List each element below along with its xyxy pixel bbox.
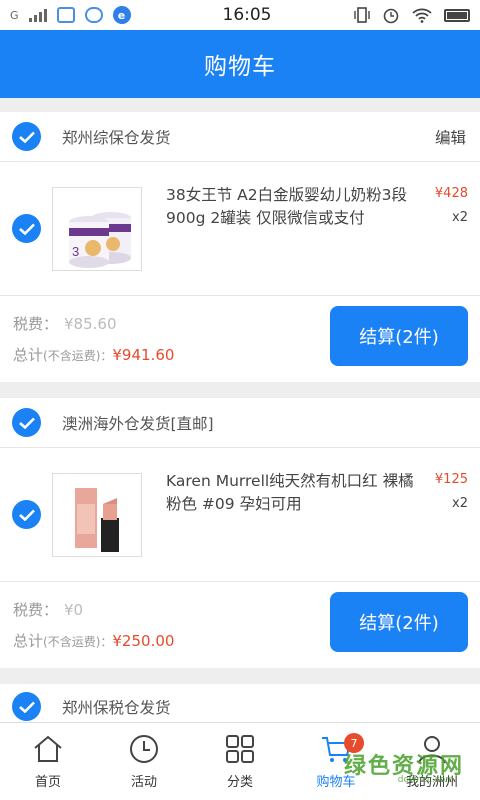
tab-label: 活动 (130, 775, 157, 790)
shop-name: 郑州综保仓发货 (62, 128, 171, 147)
item-title[interactable]: Karen Murrell纯天然有机口红 裸橘粉色 #09 孕妇可用 (166, 470, 428, 516)
shop-header: 郑州保税仓发货 (0, 684, 480, 724)
product-image-lipstick[interactable] (52, 472, 142, 557)
shop-name: 郑州保税仓发货 (62, 699, 171, 717)
total-note: (不含运费)： (43, 635, 113, 649)
check-icon (18, 223, 35, 235)
item-quantity: x2 (452, 210, 468, 225)
watermark-url: downcc.com (397, 775, 454, 785)
edit-button[interactable]: 编辑 (435, 126, 466, 148)
item-price: ¥125 (434, 472, 468, 487)
tab-home[interactable]: 首页 (0, 723, 96, 800)
status-time: 16:05 (222, 5, 272, 25)
clock-icon (130, 735, 158, 763)
product-image-milk-powder[interactable]: 3 (52, 186, 142, 271)
tab-category[interactable]: 分类 (192, 723, 288, 800)
cart-item[interactable]: 3 38女王节 A2白金版婴幼儿奶粉3段 900g 2罐装 仅限微信或支付 ¥4… (0, 162, 480, 296)
checkout-button[interactable]: 结算(2件) (330, 306, 468, 366)
total-row: 总计(不含运费)：¥250.00 (13, 630, 174, 651)
shop-select-checkbox[interactable] (12, 408, 41, 437)
lipstick-image (75, 487, 119, 552)
tax-value: ¥85.60 (64, 315, 117, 333)
shop-select-checkbox[interactable] (12, 692, 41, 721)
home-icon (34, 735, 62, 762)
total-row: 总计(不含运费)：¥941.60 (13, 344, 174, 365)
checkout-button[interactable]: 结算(2件) (330, 592, 468, 652)
shop-section-1: 郑州综保仓发货 编辑 3 38女王节 A2白金版婴幼儿奶粉3段 900g 2罐装… (0, 112, 480, 382)
shop-summary: 税费： ¥85.60 总计(不含运费)：¥941.60 结算(2件) (0, 296, 480, 382)
gallery-icon (56, 7, 75, 23)
check-icon (18, 701, 35, 713)
item-title[interactable]: 38女王节 A2白金版婴幼儿奶粉3段 900g 2罐装 仅限微信或支付 (166, 184, 428, 230)
tab-label: 分类 (226, 775, 253, 790)
status-bar: G e 16:05 (0, 0, 480, 30)
tax-row: 税费： ¥85.60 (13, 313, 117, 334)
shop-section-3: 郑州保税仓发货 (0, 684, 480, 724)
cart-item[interactable]: Karen Murrell纯天然有机口红 裸橘粉色 #09 孕妇可用 ¥125 … (0, 448, 480, 582)
alarm-icon (383, 8, 399, 24)
shop-header: 郑州综保仓发货 编辑 (0, 112, 480, 162)
total-value: ¥941.60 (112, 346, 175, 364)
shield-icon (84, 7, 103, 23)
tab-label: 首页 (34, 775, 61, 790)
item-select-checkbox[interactable] (12, 500, 41, 529)
carrier-label: G (10, 8, 19, 22)
shop-summary: 税费： ¥0 总计(不含运费)：¥250.00 结算(2件) (0, 582, 480, 668)
grid-icon (226, 735, 254, 763)
tax-label: 税费： (13, 315, 59, 333)
vibrate-icon (354, 7, 370, 23)
shop-header: 澳洲海外仓发货[直邮] (0, 398, 480, 448)
milk-powder-image: 3 (69, 211, 131, 268)
tab-activity[interactable]: 活动 (96, 723, 192, 800)
shop-select-checkbox[interactable] (12, 122, 41, 151)
check-icon (18, 131, 35, 143)
page-title: 购物车 (0, 30, 480, 98)
svg-text:3: 3 (72, 244, 79, 259)
notification-icon: e (112, 6, 131, 24)
signal-icon (28, 8, 47, 22)
check-icon (18, 417, 35, 429)
item-select-checkbox[interactable] (12, 214, 41, 243)
total-value: ¥250.00 (112, 632, 175, 650)
wifi-icon (412, 8, 432, 23)
item-price: ¥428 (434, 186, 468, 201)
tax-label: 税费： (13, 601, 59, 619)
battery-icon (444, 8, 470, 22)
total-label: 总计 (13, 632, 44, 650)
item-quantity: x2 (452, 496, 468, 511)
shop-name: 澳洲海外仓发货[直邮] (62, 414, 214, 433)
total-note: (不含运费)： (43, 349, 113, 363)
tax-row: 税费： ¥0 (13, 599, 83, 620)
total-label: 总计 (13, 346, 44, 364)
shop-section-2: 澳洲海外仓发货[直邮] Karen Murrell纯天然有机口红 裸橘粉色 #0… (0, 398, 480, 668)
check-icon (18, 509, 35, 521)
tax-value: ¥0 (64, 601, 84, 619)
